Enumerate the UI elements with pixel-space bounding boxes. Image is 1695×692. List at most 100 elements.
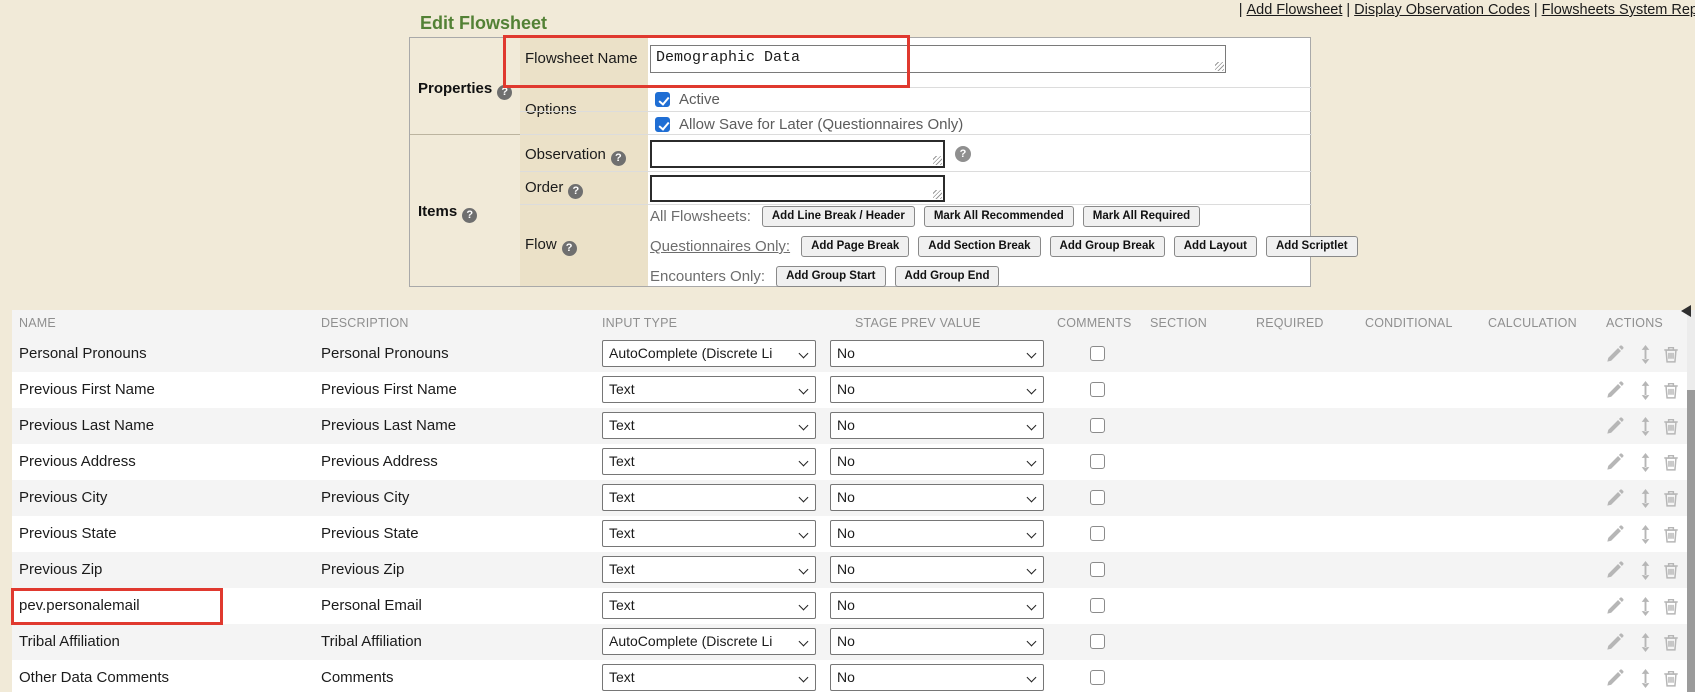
add-group-start-button[interactable]: Add Group Start xyxy=(776,266,885,287)
input-type-select[interactable]: AutoComplete (Discrete Li xyxy=(602,340,816,367)
allow-save-label: Allow Save for Later (Questionnaires Onl… xyxy=(679,116,963,133)
add-layout-button[interactable]: Add Layout xyxy=(1174,236,1257,257)
row-name: Previous First Name xyxy=(19,372,155,408)
reorder-icon[interactable] xyxy=(1640,489,1660,508)
input-type-select[interactable]: Text xyxy=(602,412,816,439)
row-description: Previous Zip xyxy=(321,552,404,588)
comments-checkbox[interactable] xyxy=(1090,418,1105,433)
edit-icon[interactable] xyxy=(1606,525,1626,544)
mark-all-recommended-button[interactable]: Mark All Recommended xyxy=(924,206,1074,227)
reorder-icon[interactable] xyxy=(1640,525,1660,544)
delete-icon[interactable] xyxy=(1663,669,1683,688)
comments-checkbox[interactable] xyxy=(1090,454,1105,469)
add-section-break-button[interactable]: Add Section Break xyxy=(918,236,1040,257)
comments-checkbox[interactable] xyxy=(1090,562,1105,577)
order-input[interactable] xyxy=(650,175,945,202)
stage-prev-value-select[interactable]: No xyxy=(830,412,1044,439)
reorder-icon[interactable] xyxy=(1640,669,1660,688)
comments-checkbox[interactable] xyxy=(1090,526,1105,541)
reorder-icon[interactable] xyxy=(1640,597,1660,616)
edit-icon[interactable] xyxy=(1606,669,1626,688)
edit-icon[interactable] xyxy=(1606,561,1626,580)
table-row-other-data-comments: Other Data Comments Comments Text No xyxy=(12,660,1687,692)
delete-icon[interactable] xyxy=(1663,417,1683,436)
input-type-select[interactable]: Text xyxy=(602,664,816,691)
active-checkbox[interactable] xyxy=(655,92,670,107)
edit-icon[interactable] xyxy=(1606,633,1626,652)
comments-checkbox[interactable] xyxy=(1090,598,1105,613)
input-type-select[interactable]: Text xyxy=(602,484,816,511)
nav-link-add-flowsheet[interactable]: Add Flowsheet xyxy=(1246,2,1342,18)
stage-prev-value-select[interactable]: No xyxy=(830,592,1044,619)
reorder-icon[interactable] xyxy=(1640,345,1660,364)
allow-save-checkbox[interactable] xyxy=(655,117,670,132)
input-type-select[interactable]: Text xyxy=(602,448,816,475)
section-divider xyxy=(410,134,520,135)
comments-checkbox[interactable] xyxy=(1090,634,1105,649)
row-description: Comments xyxy=(321,660,394,692)
reorder-icon[interactable] xyxy=(1640,633,1660,652)
comments-checkbox[interactable] xyxy=(1090,670,1105,685)
stage-prev-value-select[interactable]: No xyxy=(830,340,1044,367)
mark-all-required-button[interactable]: Mark All Required xyxy=(1083,206,1200,227)
edit-icon[interactable] xyxy=(1606,345,1626,364)
scrollbar-thumb[interactable] xyxy=(1687,390,1695,692)
input-type-select[interactable]: AutoComplete (Discrete Li xyxy=(602,628,816,655)
edit-icon[interactable] xyxy=(1606,417,1626,436)
chevron-down-icon xyxy=(799,529,809,539)
stage-prev-value-select[interactable]: No xyxy=(830,628,1044,655)
nav-link-flowsheets-system-rep[interactable]: Flowsheets System Rep xyxy=(1542,2,1695,18)
help-icon[interactable] xyxy=(611,151,626,166)
row-description: Previous First Name xyxy=(321,372,457,408)
help-icon[interactable] xyxy=(562,241,577,256)
delete-icon[interactable] xyxy=(1663,597,1683,616)
nav-link-display-observation-codes[interactable]: Display Observation Codes xyxy=(1354,2,1530,18)
edit-icon[interactable] xyxy=(1606,489,1626,508)
comments-checkbox[interactable] xyxy=(1090,382,1105,397)
help-icon[interactable] xyxy=(568,184,583,199)
delete-icon[interactable] xyxy=(1663,345,1683,364)
comments-checkbox[interactable] xyxy=(1090,346,1105,361)
stage-prev-value-select[interactable]: No xyxy=(830,520,1044,547)
add-page-break-button[interactable]: Add Page Break xyxy=(801,236,909,257)
reorder-icon[interactable] xyxy=(1640,417,1660,436)
edit-icon[interactable] xyxy=(1606,381,1626,400)
delete-icon[interactable] xyxy=(1663,381,1683,400)
delete-icon[interactable] xyxy=(1663,561,1683,580)
delete-icon[interactable] xyxy=(1663,453,1683,472)
chevron-down-icon xyxy=(799,601,809,611)
stage-prev-value-select[interactable]: No xyxy=(830,448,1044,475)
input-type-select[interactable]: Text xyxy=(602,376,816,403)
reorder-icon[interactable] xyxy=(1640,381,1660,400)
reorder-icon[interactable] xyxy=(1640,453,1660,472)
add-line-break-header-button[interactable]: Add Line Break / Header xyxy=(762,206,915,227)
help-icon[interactable] xyxy=(955,146,971,162)
table-row-previous-first-name: Previous First Name Previous First Name … xyxy=(12,372,1687,408)
observation-input[interactable] xyxy=(650,140,945,168)
reorder-icon[interactable] xyxy=(1640,561,1660,580)
stage-prev-value-select[interactable]: No xyxy=(830,556,1044,583)
help-icon[interactable] xyxy=(462,208,477,223)
delete-icon[interactable] xyxy=(1663,525,1683,544)
edit-icon[interactable] xyxy=(1606,453,1626,472)
stage-prev-value-select[interactable]: No xyxy=(830,376,1044,403)
delete-icon[interactable] xyxy=(1663,489,1683,508)
stage-prev-value-select[interactable]: No xyxy=(830,664,1044,691)
row-divider xyxy=(520,87,1312,88)
flow-group: All Flowsheets:Add Line Break / HeaderMa… xyxy=(650,206,1310,227)
stage-prev-value-select[interactable]: No xyxy=(830,484,1044,511)
add-scriptlet-button[interactable]: Add Scriptlet xyxy=(1266,236,1358,257)
column-header-stage-prev-value: STAGE PREV VALUE xyxy=(855,310,981,336)
delete-icon[interactable] xyxy=(1663,633,1683,652)
input-type-select[interactable]: Text xyxy=(602,592,816,619)
flowsheet-name-input[interactable]: Demographic Data xyxy=(650,45,1226,73)
input-type-select[interactable]: Text xyxy=(602,556,816,583)
help-icon[interactable] xyxy=(497,85,512,100)
active-label: Active xyxy=(679,91,720,108)
add-group-end-button[interactable]: Add Group End xyxy=(895,266,1000,287)
chevron-down-icon xyxy=(1027,601,1037,611)
input-type-select[interactable]: Text xyxy=(602,520,816,547)
edit-icon[interactable] xyxy=(1606,597,1626,616)
add-group-break-button[interactable]: Add Group Break xyxy=(1050,236,1165,257)
comments-checkbox[interactable] xyxy=(1090,490,1105,505)
